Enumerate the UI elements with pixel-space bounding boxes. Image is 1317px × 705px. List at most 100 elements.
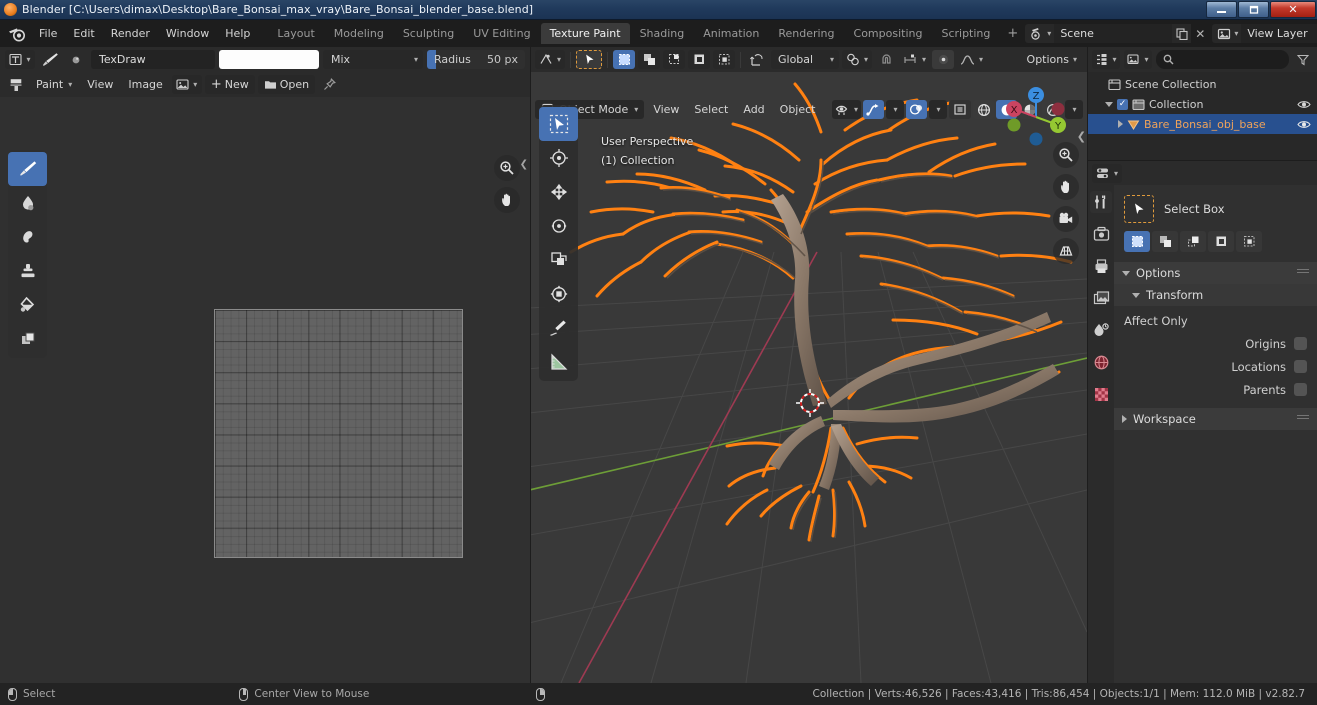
tool-clone[interactable] [8, 254, 47, 288]
tool-smear[interactable] [8, 220, 47, 254]
select-mode-set[interactable] [613, 50, 635, 69]
props-tab-scene[interactable] [1090, 319, 1112, 341]
camera-view-gizmo[interactable] [1053, 206, 1079, 232]
tab-uv-editing[interactable]: UV Editing [464, 23, 539, 44]
affect-parents-row[interactable]: Parents [1114, 378, 1317, 401]
image-menu-image[interactable]: Image [122, 75, 168, 94]
select-mode-invert[interactable] [688, 50, 710, 69]
zoom-gizmo[interactable] [1053, 142, 1079, 168]
proportional-edit-button[interactable]: ▾ [900, 50, 929, 69]
viewport-sidebar-toggle[interactable]: ❮ [1077, 130, 1086, 143]
editor-type-button-properties[interactable]: ▾ [1092, 163, 1122, 183]
props-tab-tool[interactable] [1090, 191, 1112, 213]
tool-move[interactable] [539, 175, 578, 209]
tool-mask[interactable] [8, 322, 47, 356]
tool-transform[interactable] [539, 277, 578, 311]
editor-type-button[interactable]: ▾ [5, 50, 35, 69]
shading-wireframe[interactable] [973, 100, 994, 119]
outliner-row-scene-collection[interactable]: Scene Collection [1088, 74, 1317, 94]
tab-layout[interactable]: Layout [268, 23, 323, 44]
outliner-row-bare-bonsai-obj-base[interactable]: Bare_Bonsai_obj_base [1088, 114, 1317, 134]
view-layer-selector[interactable]: ▾ View Layer ✕ [1212, 24, 1317, 43]
restore-button[interactable] [1238, 1, 1269, 18]
pan-gizmo[interactable] [1053, 174, 1079, 200]
tool-rotate[interactable] [539, 209, 578, 243]
options-panel-header[interactable]: Options [1114, 262, 1317, 284]
brush-data-icon[interactable] [65, 50, 87, 69]
affect-locations-row[interactable]: Locations [1114, 355, 1317, 378]
props-tab-texture[interactable] [1090, 383, 1112, 405]
props-tab-output[interactable] [1090, 255, 1112, 277]
outliner-filter-button[interactable] [1293, 50, 1313, 69]
brush-name-field[interactable]: TexDraw [91, 50, 215, 69]
select-box-tool-icon[interactable] [1124, 195, 1154, 223]
affect-origins-checkbox[interactable] [1294, 337, 1307, 350]
image-sidebar-toggle[interactable]: ❮ [520, 159, 528, 170]
viewport-menu-add[interactable]: Add [737, 100, 770, 119]
affect-locations-checkbox[interactable] [1294, 360, 1307, 373]
visibility-eye-icon[interactable] [1297, 119, 1311, 130]
visibility-eye-icon[interactable] [1297, 99, 1311, 110]
viewport-menu-view[interactable]: View [647, 100, 685, 119]
chevron-down-icon[interactable] [1105, 101, 1113, 107]
xray-toggle[interactable] [949, 100, 971, 119]
transform-orientation-dropdown[interactable]: Global ▾ [771, 50, 839, 69]
editor-type-button-3d[interactable]: ▾ [535, 50, 565, 69]
collection-checkbox[interactable]: ✓ [1117, 98, 1128, 110]
active-tool-display[interactable] [576, 50, 602, 69]
visibility-dropdown[interactable]: ▾ [831, 100, 861, 119]
menu-file[interactable]: File [31, 24, 65, 43]
outliner-row-collection[interactable]: ✓ Collection [1088, 94, 1317, 114]
scene-unlink-button[interactable]: ✕ [1191, 24, 1209, 43]
menu-render[interactable]: Render [103, 24, 158, 43]
tab-rendering[interactable]: Rendering [769, 23, 843, 44]
viewport-canvas[interactable]: Object Mode ▾ View Select Add Object ▾ ▾… [531, 72, 1087, 683]
select-mode-subtract[interactable] [663, 50, 685, 69]
tab-modeling[interactable]: Modeling [325, 23, 393, 44]
gizmo-dropdown[interactable]: ▾ [886, 100, 904, 119]
select-mode-intersect[interactable] [1236, 231, 1262, 252]
blend-mode-dropdown[interactable]: Mix ▾ [323, 50, 423, 69]
props-tab-world[interactable] [1090, 351, 1112, 373]
scene-selector[interactable]: ▾ Scene ✕ [1025, 24, 1209, 43]
select-mode-extend[interactable] [1152, 231, 1178, 252]
brush-preview-icon[interactable] [39, 50, 61, 69]
new-image-button[interactable]: + New [204, 75, 255, 94]
mode-selector[interactable]: Paint ▾ [30, 75, 78, 94]
workspace-panel-header[interactable]: Workspace [1114, 408, 1317, 430]
view-layer-name[interactable]: View Layer [1241, 24, 1317, 43]
affect-parents-checkbox[interactable] [1294, 383, 1307, 396]
chevron-right-icon[interactable] [1118, 120, 1123, 128]
brush-color-swatch[interactable] [219, 50, 319, 69]
close-button[interactable]: ✕ [1270, 1, 1316, 18]
tool-fill[interactable] [8, 288, 47, 322]
pan-gizmo[interactable] [494, 187, 520, 213]
tool-measure[interactable] [539, 345, 578, 379]
tool-soften[interactable] [8, 186, 47, 220]
scene-name[interactable]: Scene [1054, 24, 1173, 43]
viewport-options-dropdown[interactable]: Options ▾ [1021, 50, 1083, 69]
transform-panel-header[interactable]: Transform [1114, 284, 1317, 306]
overlays-dropdown[interactable]: ▾ [929, 100, 947, 119]
paint-mode-icon[interactable] [5, 75, 27, 94]
tab-scripting[interactable]: Scripting [932, 23, 999, 44]
tab-sculpting[interactable]: Sculpting [394, 23, 463, 44]
viewport-menu-object[interactable]: Object [774, 100, 822, 119]
tool-scale[interactable] [539, 243, 578, 277]
snap-pivot-button[interactable]: ▾ [842, 50, 873, 69]
tool-select-box[interactable] [539, 107, 578, 141]
pin-icon[interactable] [318, 75, 340, 94]
editor-type-button-outliner[interactable]: ▾ [1092, 50, 1120, 69]
tool-draw[interactable] [8, 152, 47, 186]
gizmo-toggle[interactable] [863, 100, 884, 119]
select-mode-intersect[interactable] [713, 50, 735, 69]
image-canvas[interactable]: ❮ [0, 97, 530, 683]
ortho-persp-gizmo[interactable] [1053, 238, 1079, 264]
viewport-menu-select[interactable]: Select [688, 100, 734, 119]
menu-window[interactable]: Window [158, 24, 217, 43]
props-tab-view-layer[interactable] [1090, 287, 1112, 309]
tab-texture-paint[interactable]: Texture Paint [540, 23, 630, 44]
select-mode-invert[interactable] [1208, 231, 1234, 252]
brush-radius-slider[interactable]: Radius 50 px [427, 50, 525, 69]
tab-shading[interactable]: Shading [631, 23, 694, 44]
